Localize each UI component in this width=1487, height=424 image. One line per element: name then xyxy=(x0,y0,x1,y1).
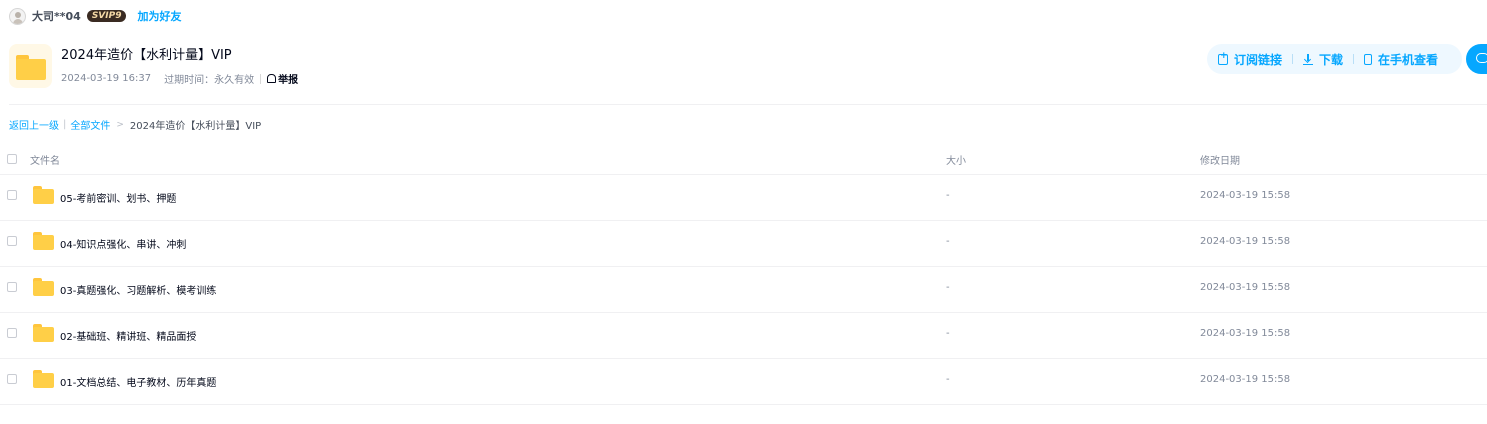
table-row[interactable]: 03-真题强化、习题解析、模考训练 - 2024-03-19 15:58 xyxy=(0,267,1487,313)
file-size: - xyxy=(946,328,950,339)
file-modified: 2024-03-19 15:58 xyxy=(1200,190,1291,201)
cloud-icon xyxy=(1476,53,1487,63)
download-icon xyxy=(1303,53,1314,65)
subscribe-icon xyxy=(1218,51,1228,65)
folder-icon xyxy=(33,278,54,296)
row-checkbox[interactable] xyxy=(7,236,17,246)
file-name[interactable]: 04-知识点强化、串讲、冲刺 xyxy=(60,236,186,251)
table-row[interactable]: 02-基础班、精讲班、精品面授 - 2024-03-19 15:58 xyxy=(0,313,1487,359)
phone-icon xyxy=(1364,53,1373,65)
file-modified: 2024-03-19 15:58 xyxy=(1200,282,1291,293)
table-row[interactable]: 04-知识点强化、串讲、冲刺 - 2024-03-19 15:58 xyxy=(0,221,1487,267)
select-all-checkbox[interactable] xyxy=(7,154,17,164)
file-name[interactable]: 03-真题强化、习题解析、模考训练 xyxy=(60,282,216,297)
subscribe-link-button[interactable]: 订阅链接 xyxy=(1218,51,1282,68)
save-to-cloud-button[interactable] xyxy=(1466,44,1487,74)
file-size: - xyxy=(946,374,950,385)
table-header: 文件名 大小 修改日期 xyxy=(0,141,1487,175)
bell-icon xyxy=(267,74,277,83)
row-checkbox[interactable] xyxy=(7,374,17,384)
view-on-phone-button[interactable]: 在手机查看 xyxy=(1364,51,1438,68)
folder-icon xyxy=(33,370,54,388)
file-size: - xyxy=(946,190,950,201)
add-friend-link[interactable]: 加为好友 xyxy=(137,8,181,24)
expire-info: 过期时间：永久有效 xyxy=(164,75,255,86)
row-checkbox[interactable] xyxy=(7,190,17,200)
subscribe-label: 订阅链接 xyxy=(1234,52,1283,67)
all-files-link[interactable]: 全部文件 xyxy=(70,117,110,132)
row-checkbox[interactable] xyxy=(7,328,17,338)
svip-badge: SVIP9 xyxy=(86,10,127,22)
user-bar: 大司**04 SVIP9 加为好友 xyxy=(9,7,181,25)
table-row[interactable]: 01-文档总结、电子教材、历年真题 - 2024-03-19 15:58 xyxy=(0,359,1487,405)
divider: | xyxy=(63,119,67,130)
file-name[interactable]: 01-文档总结、电子教材、历年真题 xyxy=(60,374,216,389)
folder-icon xyxy=(33,186,54,204)
folder-icon xyxy=(33,324,54,342)
share-title: 2024年造价【水利计量】VIP xyxy=(61,48,232,63)
header-modified[interactable]: 修改日期 xyxy=(1200,152,1240,167)
table-row[interactable]: 05-考前密训、划书、押题 - 2024-03-19 15:58 xyxy=(0,175,1487,221)
file-size: - xyxy=(946,282,950,293)
file-modified: 2024-03-19 15:58 xyxy=(1200,374,1291,385)
file-name[interactable]: 05-考前密训、划书、押题 xyxy=(60,190,176,205)
file-table: 文件名 大小 修改日期 05-考前密训、划书、押题 - 2024-03-19 1… xyxy=(0,141,1487,405)
header-size[interactable]: 大小 xyxy=(946,152,966,167)
username[interactable]: 大司**04 xyxy=(32,8,81,24)
file-modified: 2024-03-19 15:58 xyxy=(1200,236,1291,247)
header-divider xyxy=(9,104,1487,105)
chevron-right-icon: > xyxy=(116,119,124,130)
report-button[interactable]: 举报 xyxy=(267,71,298,86)
current-folder: 2024年造价【水利计量】VIP xyxy=(129,121,262,132)
row-checkbox[interactable] xyxy=(7,282,17,292)
action-bar: 订阅链接 下载 在手机查看 xyxy=(1207,44,1462,74)
back-link[interactable]: 返回上一级 xyxy=(9,117,59,132)
view-on-phone-label: 在手机查看 xyxy=(1378,52,1439,67)
folder-icon xyxy=(9,44,52,88)
report-label: 举报 xyxy=(278,75,299,86)
file-modified: 2024-03-19 15:58 xyxy=(1200,328,1291,339)
divider xyxy=(1353,54,1355,64)
divider xyxy=(1292,54,1294,64)
breadcrumb: 返回上一级 | 全部文件 > 2024年造价【水利计量】VIP xyxy=(9,117,261,132)
download-button[interactable]: 下载 xyxy=(1303,51,1343,68)
avatar[interactable] xyxy=(9,7,26,25)
share-meta: 2024-03-19 16:37 过期时间：永久有效 举报 xyxy=(61,71,298,86)
share-date: 2024-03-19 16:37 xyxy=(61,73,152,84)
file-size: - xyxy=(946,236,950,247)
file-name[interactable]: 02-基础班、精讲班、精品面授 xyxy=(60,328,196,343)
share-header: 2024年造价【水利计量】VIP 2024-03-19 16:37 过期时间：永… xyxy=(9,44,298,88)
folder-icon xyxy=(33,232,54,250)
header-name[interactable]: 文件名 xyxy=(30,152,60,167)
divider xyxy=(260,73,262,84)
download-label: 下载 xyxy=(1319,52,1344,67)
